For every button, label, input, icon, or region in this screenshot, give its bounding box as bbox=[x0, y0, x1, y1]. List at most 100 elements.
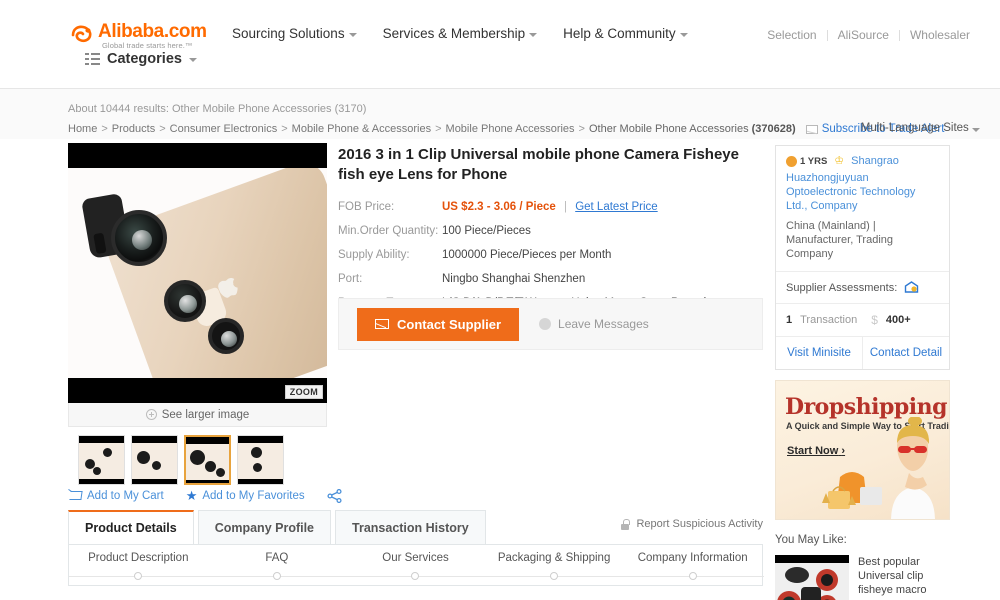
dropshipping-banner[interactable]: Dropshipping A Quick and Simple Way to S… bbox=[775, 380, 950, 520]
product-tabs-section: Report Suspicious Activity Product Detai… bbox=[68, 510, 764, 586]
share-icon[interactable] bbox=[327, 488, 343, 504]
chevron-down-icon bbox=[972, 128, 980, 132]
recommended-product-name: Best popular Universal clip fisheye macr… bbox=[858, 556, 927, 596]
mail-icon bbox=[375, 319, 389, 329]
get-latest-price-link[interactable]: Get Latest Price bbox=[575, 201, 657, 213]
breadcrumb-item-current[interactable]: Other Mobile Phone Accessories bbox=[589, 123, 749, 135]
breadcrumb-count: (370628) bbox=[751, 123, 796, 135]
thumbnail-3[interactable] bbox=[184, 435, 231, 485]
anchor-dot bbox=[411, 572, 420, 580]
thumbnail-strip bbox=[68, 435, 327, 487]
ad-model-illustration bbox=[891, 417, 935, 519]
primary-nav: Sourcing Solutions Services & Membership… bbox=[232, 26, 688, 41]
lock-icon bbox=[620, 518, 630, 530]
spec-value: 1000000 Piece/Pieces per Month bbox=[442, 249, 612, 261]
link-alisource[interactable]: AliSource bbox=[828, 28, 899, 42]
macro-lens bbox=[208, 318, 244, 354]
anchor-packaging-shipping[interactable]: Packaging & Shipping bbox=[485, 552, 624, 580]
link-selection[interactable]: Selection bbox=[757, 28, 826, 42]
add-to-cart-button[interactable]: Add to My Cart bbox=[68, 490, 164, 502]
spec-row-port: Port: Ningbo Shanghai Shenzhen bbox=[338, 273, 763, 285]
page-title: 2016 3 in 1 Clip Universal mobile phone … bbox=[338, 146, 739, 183]
alibaba-logo-mark bbox=[71, 25, 92, 43]
transaction-count: 1 bbox=[786, 314, 793, 326]
contact-supplier-button[interactable]: Contact Supplier bbox=[357, 307, 520, 341]
leave-messages-button[interactable]: Leave Messages bbox=[539, 317, 649, 331]
chevron-down-icon bbox=[188, 58, 197, 62]
nav-sourcing-solutions[interactable]: Sourcing Solutions bbox=[232, 26, 357, 41]
link-wholesaler[interactable]: Wholesaler bbox=[900, 28, 980, 42]
multi-language-sites[interactable]: Multi-Language Sites bbox=[861, 122, 980, 134]
spec-key: Port: bbox=[338, 273, 363, 285]
star-icon: ★ bbox=[185, 488, 198, 503]
anchor-dot bbox=[550, 572, 559, 580]
nav-services-membership[interactable]: Services & Membership bbox=[383, 26, 538, 41]
categories-menu[interactable]: Categories bbox=[85, 51, 197, 67]
thumbnail-1[interactable] bbox=[78, 435, 125, 485]
anchor-nav: Product Description FAQ Our Services Pac… bbox=[68, 544, 764, 586]
thumbnail-4[interactable] bbox=[237, 435, 284, 485]
report-suspicious-activity[interactable]: Report Suspicious Activity bbox=[620, 518, 763, 530]
tab-product-details[interactable]: Product Details bbox=[68, 510, 194, 544]
header-search-row: Categories Products Search bbox=[0, 44, 1000, 120]
results-count: About 10444 results: Other Mobile Phone … bbox=[68, 103, 367, 115]
lens-kit-illustration bbox=[777, 567, 838, 600]
add-to-favorites-button[interactable]: ★ Add to My Favorites bbox=[185, 488, 305, 503]
thumbnail-2[interactable] bbox=[131, 435, 178, 485]
anchor-faq[interactable]: FAQ bbox=[208, 552, 347, 580]
right-sidebar: 1 YRS ♔ Shangrao Huazhongjuyuan Optoelec… bbox=[775, 145, 950, 600]
spec-row-min-order: Min.Order Quantity: 100 Piece/Pieces bbox=[338, 225, 763, 237]
gold-supplier-years-badge: 1 YRS bbox=[786, 155, 827, 167]
breadcrumb-item-products[interactable]: Products bbox=[112, 123, 155, 135]
recommended-product-info: Best popular Universal clip fisheye macr… bbox=[858, 555, 950, 600]
anchor-dot bbox=[688, 572, 697, 580]
spec-key: FOB Price: bbox=[338, 201, 395, 213]
product-detail: 2016 3 in 1 Clip Universal mobile phone … bbox=[338, 145, 763, 321]
supplier-city[interactable]: Shangrao bbox=[851, 155, 899, 167]
tab-transaction-history[interactable]: Transaction History bbox=[335, 510, 486, 544]
you-may-like-item-1[interactable]: Best popular Universal clip fisheye macr… bbox=[775, 555, 950, 600]
supplier-badges: 1 YRS ♔ Shangrao bbox=[786, 155, 939, 167]
contact-detail-link[interactable]: Contact Detail bbox=[862, 337, 949, 369]
see-larger-image-button[interactable]: See larger image bbox=[68, 403, 327, 427]
spec-key: Min.Order Quantity: bbox=[338, 225, 439, 237]
selected-thumb-caret bbox=[203, 435, 213, 436]
anchor-our-services[interactable]: Our Services bbox=[346, 552, 485, 580]
chevron-down-icon bbox=[529, 32, 538, 37]
breadcrumb-bar: About 10444 results: Other Mobile Phone … bbox=[0, 89, 1000, 139]
chat-icon bbox=[539, 318, 552, 330]
supplier-card: 1 YRS ♔ Shangrao Huazhongjuyuan Optoelec… bbox=[775, 145, 950, 370]
gallery-actions: Add to My Cart ★ Add to My Favorites bbox=[68, 488, 343, 504]
nav-help-community[interactable]: Help & Community bbox=[563, 26, 688, 41]
breadcrumb-item-consumer-electronics[interactable]: Consumer Electronics bbox=[170, 123, 278, 135]
breadcrumb-item-mobile-phone-accessories-2[interactable]: Mobile Phone Accessories bbox=[446, 123, 575, 135]
breadcrumb-item-mobile-phone-accessories[interactable]: Mobile Phone & Accessories bbox=[292, 123, 431, 135]
fob-price-value: US $2.3 - 3.06 / Piece bbox=[442, 201, 556, 213]
assessment-badge-icon[interactable] bbox=[904, 281, 919, 294]
anchor-company-information[interactable]: Company Information bbox=[623, 552, 762, 580]
anchor-product-description[interactable]: Product Description bbox=[69, 552, 208, 580]
nav-label: Help & Community bbox=[563, 26, 676, 41]
recommended-product-image bbox=[775, 555, 849, 600]
categories-label: Categories bbox=[107, 51, 182, 67]
transaction-amount: 400+ bbox=[885, 314, 911, 326]
visit-minisite-link[interactable]: Visit Minisite bbox=[776, 337, 862, 369]
nav-label: Services & Membership bbox=[382, 26, 526, 41]
spec-key: Supply Ability: bbox=[338, 249, 410, 261]
spec-value: 100 Piece/Pieces bbox=[442, 225, 531, 237]
zoom-in-icon bbox=[145, 409, 157, 420]
spec-value: Ningbo Shanghai Shenzhen bbox=[442, 273, 586, 285]
anchor-dot bbox=[272, 572, 281, 580]
leave-messages-label: Leave Messages bbox=[558, 317, 649, 331]
supplier-assessments-label: Supplier Assessments: bbox=[786, 281, 898, 294]
gold-medal-icon bbox=[786, 155, 797, 167]
breadcrumb-item-home[interactable]: Home bbox=[68, 123, 97, 135]
see-larger-label: See larger image bbox=[161, 408, 250, 421]
fisheye-lens bbox=[111, 210, 167, 266]
supplier-name[interactable]: Huazhongjuyuan Optoelectronic Technology… bbox=[786, 171, 939, 213]
tab-company-profile[interactable]: Company Profile bbox=[197, 510, 332, 544]
main-product-image[interactable]: ZOOM bbox=[68, 143, 327, 403]
cart-icon bbox=[68, 490, 82, 502]
anchor-dot bbox=[134, 572, 143, 580]
menu-list-icon bbox=[85, 53, 100, 65]
